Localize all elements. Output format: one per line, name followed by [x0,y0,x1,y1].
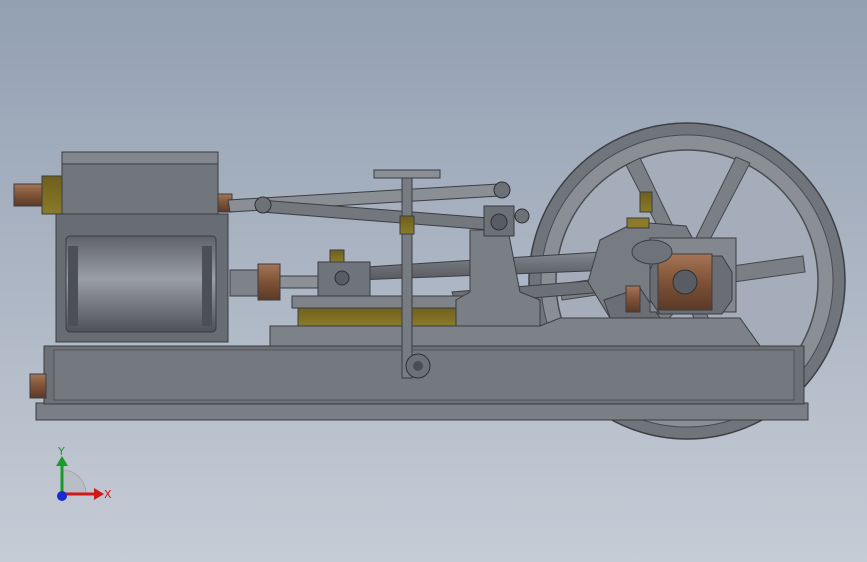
model-scene[interactable]: Y X [0,0,867,562]
cylinder-assembly[interactable] [13,151,233,343]
triad-y-label: Y [57,445,65,458]
graphics-viewport[interactable]: Y X [0,0,867,562]
crosshead-slide-base[interactable] [297,305,459,327]
crosshead[interactable] [317,249,371,297]
valve-linkage[interactable] [227,181,511,231]
triad-x-label: X [104,488,112,501]
piston-rod[interactable] [229,263,325,301]
coordinate-triad: Y X [56,445,112,501]
slide-plate[interactable] [291,295,465,309]
triad-z-axis [57,491,67,501]
triad-x-arrowhead [94,488,104,500]
